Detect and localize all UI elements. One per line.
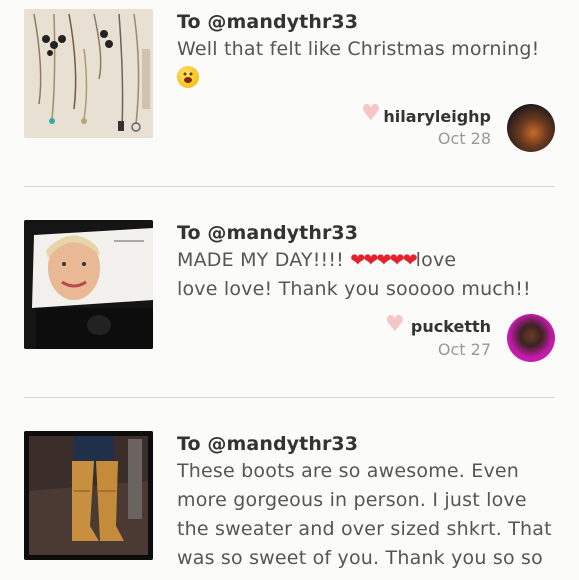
feed-item: To @mandythr33 MADE MY DAY!!!! ❤❤❤❤❤love… <box>0 187 579 397</box>
message-text: Well that felt like Christmas morning! <box>177 38 540 60</box>
boots-photo <box>24 431 153 560</box>
post-date: Oct 27 <box>437 340 491 359</box>
message-line: the sweater and over sized shkrt. That <box>177 518 552 540</box>
username[interactable]: hilaryleighp <box>383 107 491 126</box>
listing-thumbnail[interactable] <box>24 431 153 560</box>
recipient-heading: To @mandythr33 <box>177 222 359 244</box>
recipient-heading: To @mandythr33 <box>177 11 359 33</box>
listing-thumbnail[interactable] <box>24 220 153 349</box>
red-hearts-icon: ❤❤❤❤❤ <box>350 250 417 271</box>
listing-thumbnail[interactable] <box>24 9 153 138</box>
heart-like-icon[interactable]: ♥ <box>361 101 381 126</box>
love-note-message: MADE MY DAY!!!! ❤❤❤❤❤love love love! Tha… <box>177 246 557 304</box>
username[interactable]: pucketth <box>411 317 491 336</box>
message-text: love <box>415 249 457 271</box>
message-line: more gorgeous in person. I just love <box>177 489 527 511</box>
recipient-heading: To @mandythr33 <box>177 433 359 455</box>
post-date: Oct 28 <box>437 129 491 148</box>
grinning-face-icon <box>177 66 199 88</box>
message-line: These boots are so awesome. Even <box>177 460 520 482</box>
avatar[interactable] <box>507 104 555 152</box>
portrait-photo <box>24 220 153 349</box>
message-line: was so sweet of you. Thank you so so <box>177 547 543 569</box>
feed-item: To @mandythr33 Well that felt like Chris… <box>0 0 579 186</box>
feed-item: To @mandythr33 These boots are so awesom… <box>0 398 579 580</box>
love-note-message: Well that felt like Christmas morning! <box>177 35 557 93</box>
jewelry-photo <box>24 9 153 138</box>
love-note-message: These boots are so awesome. Even more go… <box>177 457 572 573</box>
message-text: love love! Thank you sooooo much!! <box>177 278 531 300</box>
avatar[interactable] <box>507 314 555 362</box>
heart-like-icon[interactable]: ♥ <box>385 312 405 337</box>
message-text: MADE MY DAY!!!! <box>177 249 344 271</box>
